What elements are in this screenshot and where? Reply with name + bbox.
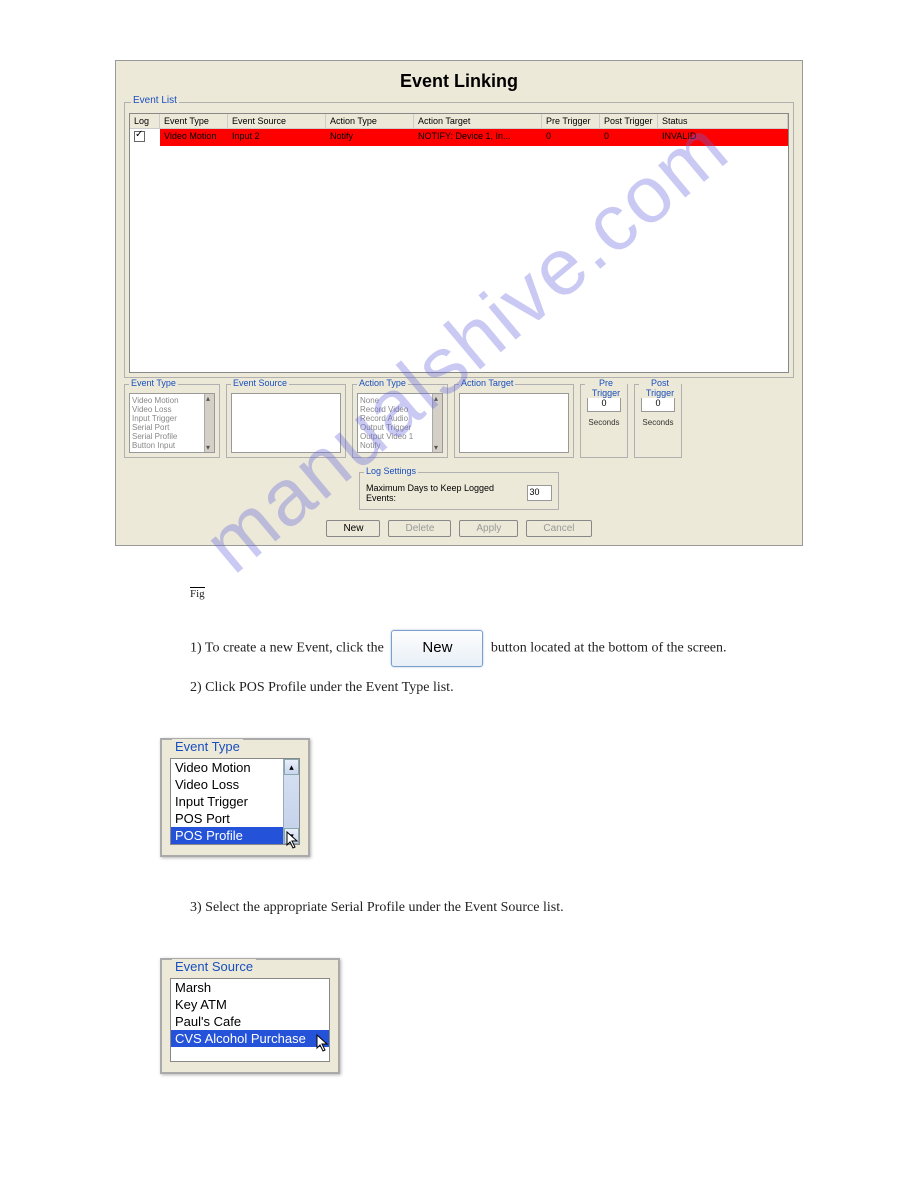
td-log[interactable]	[130, 129, 160, 146]
th-action-target: Action Target	[414, 114, 542, 128]
td-event-source: Input 2	[228, 129, 326, 146]
action-type-label: Action Type	[357, 378, 408, 388]
list-item[interactable]: Key ATM	[171, 996, 329, 1013]
pre-trigger-unit: Seconds	[585, 418, 623, 427]
event-type-listbox[interactable]: Video Motion Video Loss Input Trigger Se…	[129, 393, 215, 453]
list-item[interactable]: Output Trigger	[360, 423, 440, 432]
log-settings-text: Maximum Days to Keep Logged Events:	[366, 483, 523, 503]
step-3: 3) Select the appropriate Serial Profile…	[190, 897, 790, 918]
td-action-type: Notify	[326, 129, 414, 146]
list-item-selected[interactable]: CVS Alcohol Purchase	[171, 1030, 329, 1047]
list-item[interactable]: Video Motion	[132, 396, 212, 405]
dialog-title: Event Linking	[124, 65, 794, 102]
log-days-input[interactable]: 30	[527, 485, 552, 501]
list-item[interactable]: Record Audio	[360, 414, 440, 423]
list-item[interactable]: Button Input	[132, 441, 212, 450]
scroll-down-icon[interactable]: ▾	[284, 828, 299, 844]
list-item[interactable]: Record Video	[360, 405, 440, 414]
event-source-panel: Event Source	[226, 384, 346, 458]
event-type-popup-list[interactable]: Video Motion Video Loss Input Trigger PO…	[170, 758, 300, 845]
event-list-label: Event List	[131, 95, 179, 106]
event-list-table[interactable]: Log Event Type Event Source Action Type …	[129, 113, 789, 373]
th-pre-trigger: Pre Trigger	[542, 114, 600, 128]
event-type-popup-title: Event Type	[172, 739, 243, 754]
action-type-listbox[interactable]: None Record Video Record Audio Output Tr…	[357, 393, 443, 453]
th-status: Status	[658, 114, 788, 128]
event-linking-dialog: Event Linking Event List Log Event Type …	[115, 60, 803, 546]
list-item[interactable]: Input Trigger	[171, 793, 283, 810]
list-item[interactable]: Serial Profile	[132, 432, 212, 441]
action-target-label: Action Target	[459, 378, 515, 388]
td-action-target: NOTIFY: Device 1, In...	[414, 129, 542, 146]
step1-prefix: 1) To create a new Event, click the	[190, 640, 384, 655]
delete-button[interactable]: Delete	[388, 520, 451, 537]
list-item[interactable]: Output Video 1	[360, 432, 440, 441]
td-event-type: Video Motion	[160, 129, 228, 146]
pre-trigger-input[interactable]: 0	[587, 396, 621, 412]
event-type-popup: Event Type Video Motion Video Loss Input…	[160, 738, 310, 857]
action-target-panel: Action Target	[454, 384, 574, 458]
post-trigger-unit: Seconds	[639, 418, 677, 427]
event-type-label: Event Type	[129, 378, 178, 388]
td-pre-trigger: 0	[542, 129, 600, 146]
scroll-up-icon[interactable]: ▴	[284, 759, 299, 775]
post-trigger-label: Post Trigger	[639, 378, 681, 398]
table-header: Log Event Type Event Source Action Type …	[130, 114, 788, 129]
figure-label: Fig	[190, 587, 205, 600]
scrollbar[interactable]	[432, 394, 442, 452]
step-2: 2) Click POS Profile under the Event Typ…	[190, 677, 790, 698]
event-source-popup: Event Source Marsh Key ATM Paul's Cafe C…	[160, 958, 340, 1074]
action-target-listbox[interactable]	[459, 393, 569, 453]
scrollbar[interactable]: ▴ ▾	[283, 759, 299, 844]
list-item[interactable]: Input Trigger	[132, 414, 212, 423]
th-post-trigger: Post Trigger	[600, 114, 658, 128]
step1-suffix: button located at the bottom of the scre…	[491, 640, 727, 655]
event-source-popup-list[interactable]: Marsh Key ATM Paul's Cafe CVS Alcohol Pu…	[170, 978, 330, 1062]
list-item[interactable]: Paul's Cafe	[171, 1013, 329, 1030]
event-list-fieldset: Event List Log Event Type Event Source A…	[124, 102, 794, 378]
log-settings-label: Log Settings	[364, 466, 418, 476]
list-item[interactable]: None	[360, 396, 440, 405]
post-trigger-panel: Post Trigger 0 Seconds	[634, 384, 682, 458]
new-button-image: New	[391, 630, 483, 667]
list-item[interactable]: POS Port	[171, 810, 283, 827]
scrollbar[interactable]	[204, 394, 214, 452]
list-item-selected[interactable]: POS Profile	[171, 827, 283, 844]
cancel-button[interactable]: Cancel	[526, 520, 591, 537]
pre-trigger-label: Pre Trigger	[585, 378, 627, 398]
list-item[interactable]: Marsh	[171, 979, 329, 996]
td-status: INVALID	[658, 129, 788, 146]
event-type-panel: Event Type Video Motion Video Loss Input…	[124, 384, 220, 458]
th-action-type: Action Type	[326, 114, 414, 128]
table-row[interactable]: Video Motion Input 2 Notify NOTIFY: Devi…	[130, 129, 788, 146]
list-item[interactable]: Serial Port	[132, 423, 212, 432]
list-item[interactable]: Notify	[360, 441, 440, 450]
th-log: Log	[130, 114, 160, 128]
list-item[interactable]: Video Motion	[171, 759, 283, 776]
event-source-listbox[interactable]	[231, 393, 341, 453]
apply-button[interactable]: Apply	[459, 520, 518, 537]
step-1: 1) To create a new Event, click the New …	[190, 630, 790, 667]
th-event-type: Event Type	[160, 114, 228, 128]
new-button[interactable]: New	[326, 520, 380, 537]
log-settings-panel: Log Settings Maximum Days to Keep Logged…	[359, 472, 559, 510]
action-type-panel: Action Type None Record Video Record Aud…	[352, 384, 448, 458]
post-trigger-input[interactable]: 0	[641, 396, 675, 412]
list-item[interactable]: Video Loss	[171, 776, 283, 793]
th-event-source: Event Source	[228, 114, 326, 128]
event-source-label: Event Source	[231, 378, 289, 388]
log-checkbox[interactable]	[134, 131, 145, 142]
td-post-trigger: 0	[600, 129, 658, 146]
event-source-popup-title: Event Source	[172, 959, 256, 974]
pre-trigger-panel: Pre Trigger 0 Seconds	[580, 384, 628, 458]
list-item[interactable]: Video Loss	[132, 405, 212, 414]
